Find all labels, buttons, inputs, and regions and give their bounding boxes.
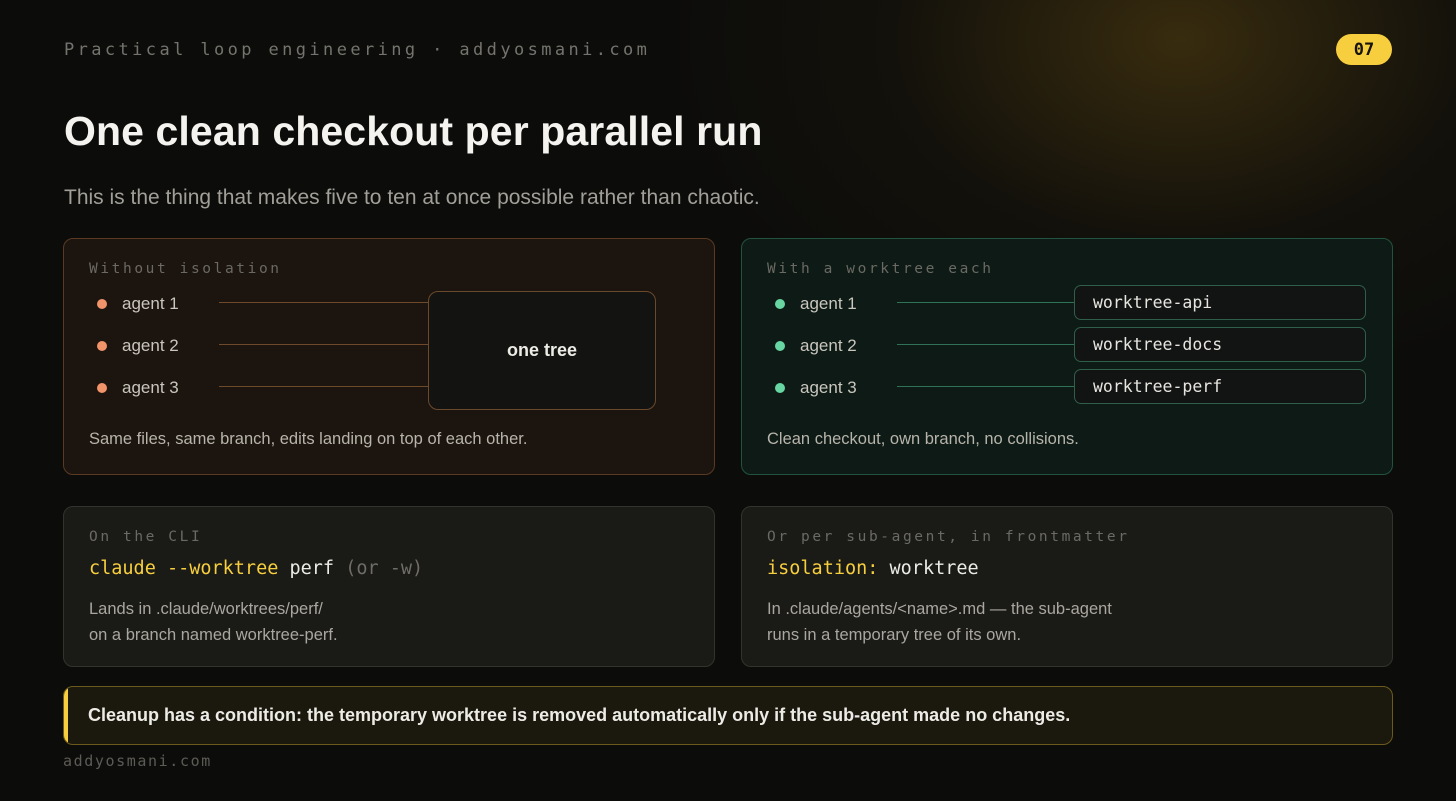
worktree-box: worktree-api xyxy=(1074,285,1366,320)
connector-line xyxy=(897,386,1074,387)
callout-text: Cleanup has a condition: the temporary w… xyxy=(88,705,1071,725)
connector-line xyxy=(219,302,428,303)
agent-label: agent 3 xyxy=(122,378,179,397)
card-label: Without isolation xyxy=(89,261,282,277)
agent-row: agent 2 xyxy=(775,336,857,356)
card-caption: Same files, same branch, edits landing o… xyxy=(89,430,528,448)
agent-dot-icon xyxy=(97,299,107,309)
connector-line xyxy=(219,344,428,345)
frontmatter-snippet: isolation: worktree xyxy=(767,558,979,579)
without-isolation-card: Without isolation agent 1 agent 2 agent … xyxy=(63,238,715,475)
agent-row: agent 2 xyxy=(97,336,179,356)
description-line: runs in a temporary tree of its own. xyxy=(767,626,1022,644)
card-label: Or per sub-agent, in frontmatter xyxy=(767,529,1130,545)
slide-kicker: Practical loop engineering · addyosmani.… xyxy=(64,40,651,60)
connector-line xyxy=(219,386,428,387)
page-title: One clean checkout per parallel run xyxy=(64,108,763,154)
frontmatter-card: Or per sub-agent, in frontmatter isolati… xyxy=(741,506,1393,667)
agent-dot-icon xyxy=(775,341,785,351)
agent-dot-icon xyxy=(775,299,785,309)
card-label: On the CLI xyxy=(89,529,203,545)
agent-label: agent 2 xyxy=(800,336,857,355)
connector-line xyxy=(897,302,1074,303)
agent-row: agent 3 xyxy=(775,378,857,398)
agent-label: agent 2 xyxy=(122,336,179,355)
agent-label: agent 1 xyxy=(800,294,857,313)
one-tree-box: one tree xyxy=(428,291,656,410)
cli-command: claude --worktree perf (or -w) xyxy=(89,558,423,579)
connector-line xyxy=(897,344,1074,345)
frontmatter-key: isolation: xyxy=(767,558,879,579)
footer-domain: addyosmani.com xyxy=(63,752,212,770)
callout-accent-bar xyxy=(64,687,68,744)
command-argument: perf xyxy=(289,558,335,579)
description-line: on a branch named worktree-perf. xyxy=(89,626,338,644)
frontmatter-value: worktree xyxy=(889,558,979,579)
agent-dot-icon xyxy=(97,383,107,393)
description-line: In .claude/agents/<name>.md — the sub-ag… xyxy=(767,600,1112,618)
card-caption: Clean checkout, own branch, no collision… xyxy=(767,430,1079,448)
agent-dot-icon xyxy=(775,383,785,393)
worktree-box: worktree-docs xyxy=(1074,327,1366,362)
agent-label: agent 3 xyxy=(800,378,857,397)
card-label: With a worktree each xyxy=(767,261,994,277)
worktree-box: worktree-perf xyxy=(1074,369,1366,404)
frontmatter-description: In .claude/agents/<name>.md — the sub-ag… xyxy=(767,596,1112,648)
with-worktree-card: With a worktree each agent 1 agent 2 age… xyxy=(741,238,1393,475)
command-keyword: claude --worktree xyxy=(89,558,279,579)
agent-row: agent 1 xyxy=(775,294,857,314)
cli-card: On the CLI claude --worktree perf (or -w… xyxy=(63,506,715,667)
cli-description: Lands in .claude/worktrees/perf/ on a br… xyxy=(89,596,338,648)
page-subtitle: This is the thing that makes five to ten… xyxy=(64,186,760,209)
slide-number-badge: 07 xyxy=(1336,34,1392,65)
cleanup-callout: Cleanup has a condition: the temporary w… xyxy=(63,686,1393,745)
command-alias: (or -w) xyxy=(345,558,424,579)
agent-label: agent 1 xyxy=(122,294,179,313)
agent-dot-icon xyxy=(97,341,107,351)
description-line: Lands in .claude/worktrees/perf/ xyxy=(89,600,323,618)
agent-row: agent 1 xyxy=(97,294,179,314)
agent-row: agent 3 xyxy=(97,378,179,398)
